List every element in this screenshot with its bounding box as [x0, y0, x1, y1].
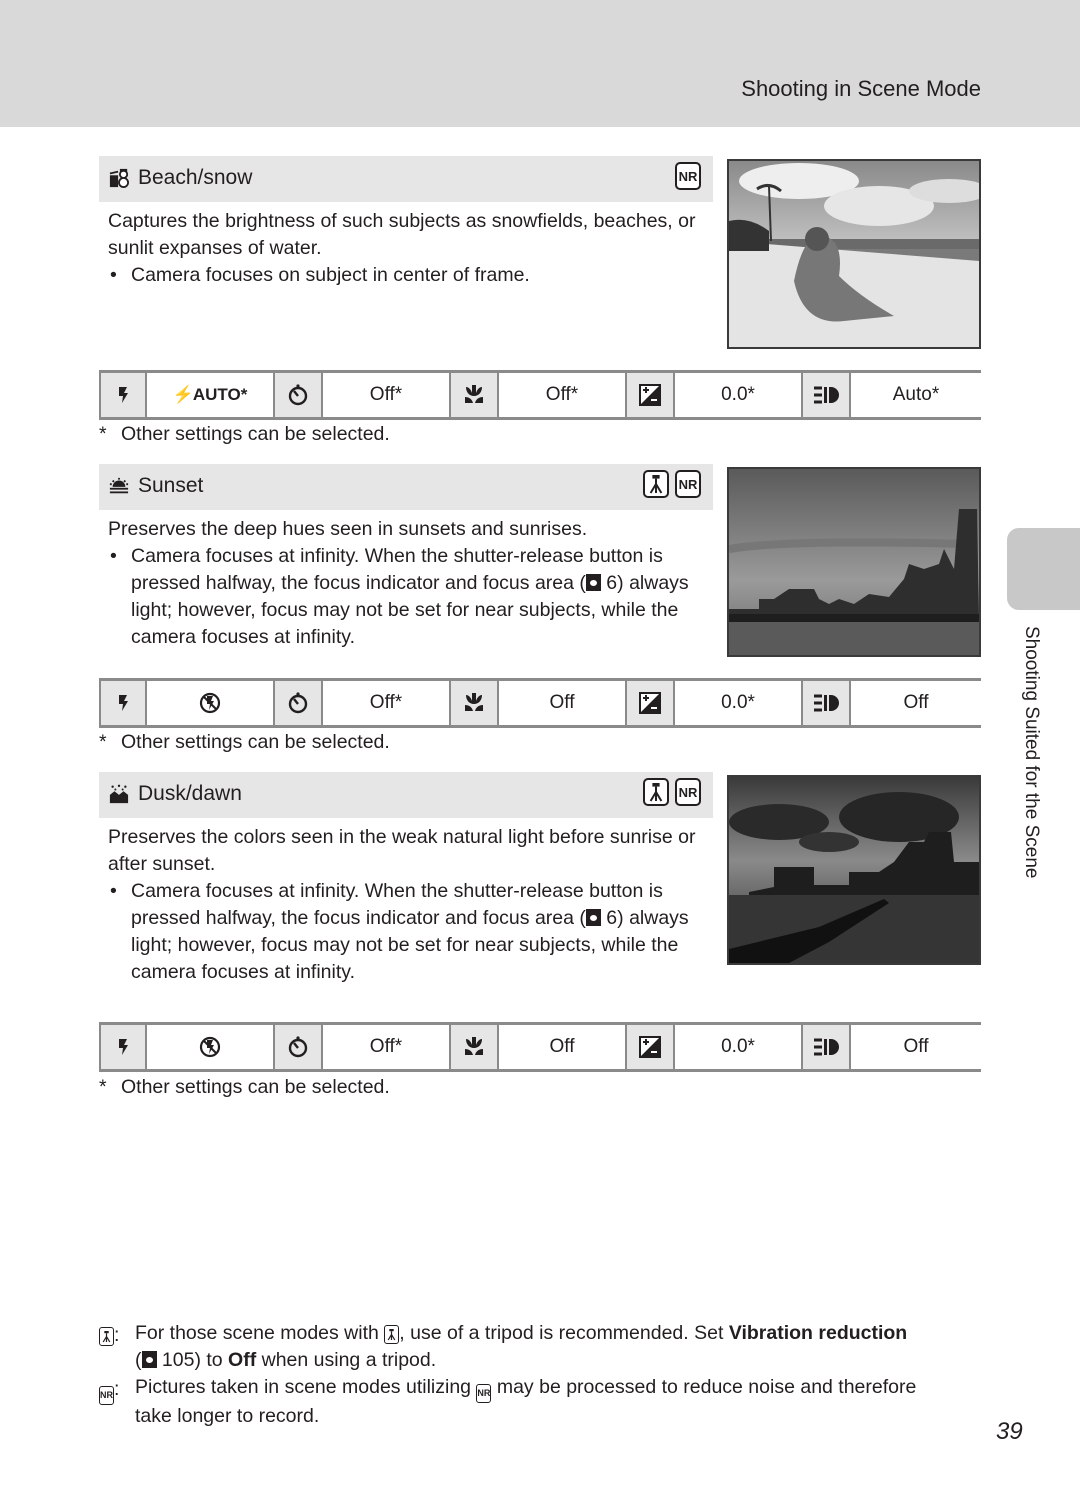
page-reference-icon: [585, 909, 601, 926]
chapter-tab[interactable]: [1007, 528, 1080, 610]
scene-description: Preserves the deep hues seen in sunsets …: [108, 516, 708, 651]
nr-icon: NR: [476, 1384, 492, 1403]
scene-description: Preserves the colors seen in the weak na…: [108, 824, 708, 986]
exposure-compensation-icon: [627, 681, 675, 725]
flash-mode-icon: [99, 373, 147, 417]
vibration-reduction-value: Off: [903, 692, 929, 713]
self-timer-icon: [275, 681, 323, 725]
vibration-reduction-icon: [803, 373, 851, 417]
self-timer-icon: [275, 1025, 323, 1069]
scene-header: Dusk/dawn NR: [99, 772, 713, 818]
nr-key: NR:: [99, 1376, 119, 1405]
description-text: Preserves the deep hues seen in sunsets …: [108, 518, 588, 540]
noise-reduction-note: NR: Pictures taken in scene modes utiliz…: [99, 1376, 917, 1427]
description-text: Preserves the colors seen in the weak na…: [108, 826, 696, 875]
scene-header: Sunset NR: [99, 464, 713, 510]
self-timer-icon: [275, 373, 323, 417]
macro-mode-icon: [451, 681, 499, 725]
exposure-compensation-icon: [627, 373, 675, 417]
dusk-sample-photo: [727, 775, 981, 965]
bullet-item: Camera focuses at infinity. When the shu…: [108, 543, 708, 651]
footnote-text: Other settings can be selected.: [121, 423, 390, 445]
sunset-sample-photo: [727, 467, 981, 657]
exposure-compensation-value: 0.0*: [675, 681, 803, 725]
scene-title: Sunset: [138, 474, 204, 497]
bullet-item: Camera focuses on subject in center of f…: [108, 262, 708, 289]
chapter-label: Shooting Suited for the Scene: [1021, 626, 1042, 879]
vibration-reduction-icon: [803, 1025, 851, 1069]
noise-reduction-badge: NR: [675, 778, 701, 806]
noise-reduction-badge: NR: [675, 470, 701, 498]
scene-header: Beach/snow NR: [99, 156, 713, 202]
macro-mode-icon: [451, 373, 499, 417]
macro-mode-value: Off*: [499, 373, 627, 417]
vibration-reduction-value: Auto*: [892, 384, 940, 405]
settings-table-sunset: Off* Off 0.0* Off: [99, 678, 981, 728]
self-timer-value: Off*: [323, 373, 451, 417]
scene-dusk-dawn: Dusk/dawn NR Preserves the colors seen i…: [99, 772, 981, 1002]
flash-mode-icon: [99, 681, 147, 725]
settings-table-dusk-dawn: Off* Off 0.0* Off: [99, 1022, 981, 1072]
flash-off-icon: [199, 692, 221, 714]
section-title: Shooting in Scene Mode: [741, 76, 981, 101]
scene-title: Beach/snow: [138, 166, 253, 189]
sunset-icon: [109, 476, 129, 496]
beach-sample-photo: [727, 159, 981, 349]
macro-mode-value: Off: [499, 681, 627, 725]
footnote: * Other settings can be selected.: [99, 1076, 390, 1099]
asterisk: *: [99, 731, 107, 753]
flash-mode-value: ⚡ AUTO*: [147, 373, 275, 417]
flash-mode-value: [147, 1025, 275, 1069]
exposure-compensation-value: 0.0*: [675, 373, 803, 417]
footnote: * Other settings can be selected.: [99, 423, 390, 446]
flash-off-icon: [199, 1036, 221, 1058]
vibration-reduction-icon: [803, 681, 851, 725]
legend-notes: : For those scene modes with , use of a …: [99, 1320, 919, 1430]
page-number: 39: [996, 1418, 1023, 1445]
page-reference-icon: [141, 1351, 157, 1368]
bullet-item: Camera focuses at infinity. When the shu…: [108, 878, 708, 986]
noise-reduction-badge: NR: [675, 162, 701, 190]
dusk-dawn-icon: [109, 784, 129, 804]
flash-mode-icon: [99, 1025, 147, 1069]
self-timer-value: Off*: [323, 681, 451, 725]
tripod-badge: [643, 470, 669, 498]
settings-table-beach-snow: ⚡ AUTO* Off* Off* 0.0* Auto*: [99, 370, 981, 420]
tripod-key: :: [99, 1322, 119, 1349]
vibration-reduction-value: Off: [903, 1036, 929, 1057]
macro-mode-icon: [451, 1025, 499, 1069]
tripod-note: : For those scene modes with , use of a …: [99, 1320, 919, 1374]
beach-snow-icon: [109, 168, 129, 188]
asterisk: *: [99, 423, 107, 445]
footnote: * Other settings can be selected.: [99, 731, 390, 754]
exposure-compensation-icon: [627, 1025, 675, 1069]
tripod-icon: [384, 1325, 400, 1344]
page-reference-icon: [585, 574, 601, 591]
description-text: Captures the brightness of such subjects…: [108, 210, 696, 259]
self-timer-value: Off*: [323, 1025, 451, 1069]
exposure-compensation-value: 0.0*: [675, 1025, 803, 1069]
scene-title: Dusk/dawn: [138, 782, 242, 805]
scene-sunset: Sunset NR Preserves the deep hues seen i…: [99, 464, 981, 664]
footnote-text: Other settings can be selected.: [121, 731, 390, 753]
asterisk: *: [99, 1076, 107, 1098]
header-band: [0, 0, 1080, 127]
scene-description: Captures the brightness of such subjects…: [108, 208, 708, 289]
tripod-badge: [643, 778, 669, 806]
macro-mode-value: Off: [499, 1025, 627, 1069]
footnote-text: Other settings can be selected.: [121, 1076, 390, 1098]
flash-mode-value: [147, 681, 275, 725]
